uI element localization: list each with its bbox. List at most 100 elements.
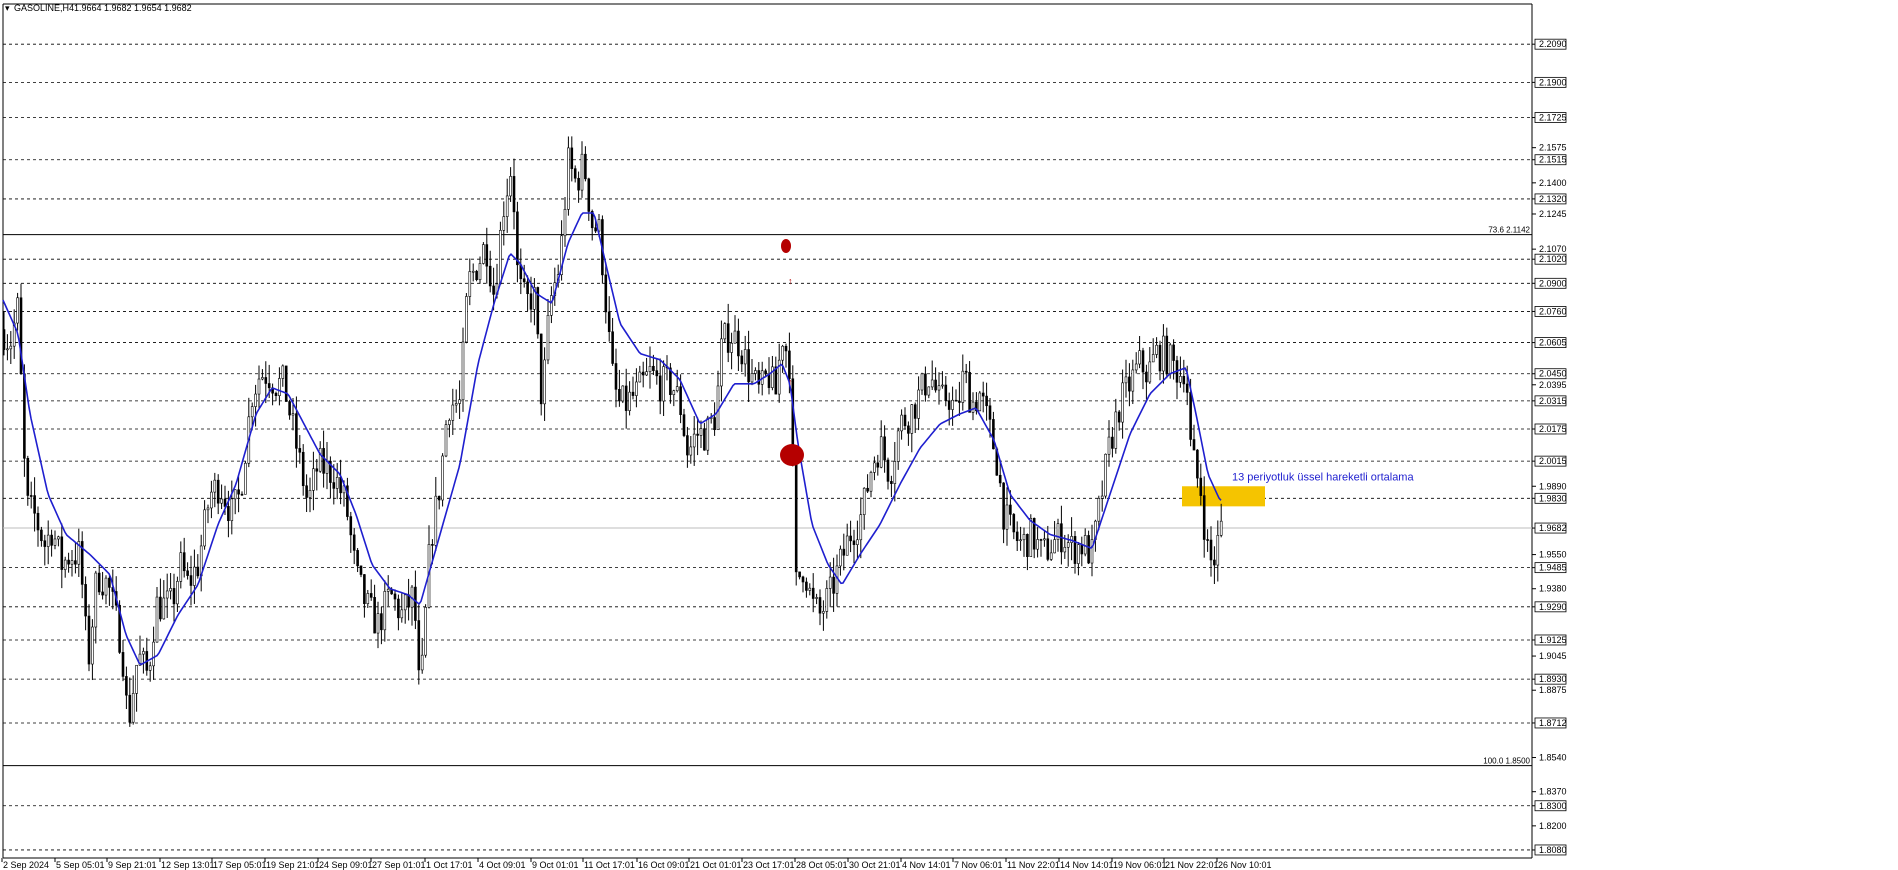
candle-body <box>206 507 210 511</box>
price-tick-label: 2.1070 <box>1539 244 1567 254</box>
candle-body <box>1114 411 1118 449</box>
candle-body <box>1134 363 1138 371</box>
candle-body <box>964 370 968 373</box>
candle-body <box>1155 344 1158 355</box>
candle-body <box>125 676 128 696</box>
candle-body <box>947 400 951 410</box>
candle-body <box>278 378 281 396</box>
time-tick-label: 9 Sep 21:01 <box>108 860 157 870</box>
price-tick-label: 1.9045 <box>1539 651 1567 661</box>
candle-body <box>720 338 723 387</box>
candle-body <box>754 370 757 374</box>
candle-body <box>135 664 138 694</box>
candle-body <box>1104 453 1107 497</box>
candle-body <box>366 593 370 605</box>
candle-body <box>1049 552 1053 560</box>
candle-body <box>563 208 567 237</box>
candle-body <box>618 389 621 402</box>
candle-body <box>250 406 254 418</box>
candle-body <box>176 581 179 605</box>
header-symbol: GASOLINE,H4 <box>14 3 74 13</box>
candle-body <box>550 295 553 316</box>
candle-body <box>417 620 421 671</box>
price-tick-label: 2.0015 <box>1539 456 1567 466</box>
candle-body <box>652 365 655 371</box>
red-marker-glyph-1: ↑ <box>788 276 793 286</box>
header-arrow: ▾ <box>5 3 10 13</box>
candle-body <box>46 534 50 547</box>
candle-body <box>74 560 77 565</box>
candle-body <box>332 482 336 489</box>
price-chart[interactable]: 73.6 2.1142 100.0 1.8500 ↑ ↑ 13 periyotlu… <box>0 0 1898 870</box>
candle-body <box>1015 531 1019 541</box>
candle-body <box>182 552 186 572</box>
candle-body <box>1202 495 1206 540</box>
price-tick-label: 2.0760 <box>1539 306 1567 316</box>
candle-body <box>879 436 883 468</box>
candle-body <box>325 460 329 474</box>
candle-body <box>805 581 808 591</box>
candle-body <box>1107 436 1111 455</box>
candle-body <box>985 395 988 407</box>
candle-body <box>1063 546 1067 553</box>
candle-body <box>699 428 703 436</box>
candle-body <box>16 297 19 324</box>
candle-body <box>295 413 298 449</box>
candle-body <box>794 452 798 573</box>
price-tick-label: 2.0315 <box>1539 396 1567 406</box>
candle-body <box>210 491 213 509</box>
time-tick-label: 19 Sep 21:01 <box>266 860 320 870</box>
candle-body <box>801 576 805 583</box>
candle-body <box>567 147 570 210</box>
time-tick-label: 14 Nov 14:01 <box>1060 860 1114 870</box>
candle-body <box>584 153 587 180</box>
candle-body <box>1005 504 1009 530</box>
candle-body <box>784 345 788 352</box>
candle-body <box>403 594 407 611</box>
candle-body <box>172 588 176 605</box>
candle-body <box>798 571 801 578</box>
candle-body <box>60 536 64 570</box>
time-tick-label: 2 Sep 2024 <box>3 860 49 870</box>
yellow-support-zone[interactable] <box>1182 486 1265 507</box>
candle-body <box>36 512 40 531</box>
time-tick-label: 30 Oct 21:01 <box>849 860 901 870</box>
candle-body <box>764 370 767 375</box>
candle-body <box>1066 542 1070 548</box>
candle-body <box>57 536 60 540</box>
time-tick-label: 4 Nov 14:01 <box>902 860 951 870</box>
candle-body <box>237 489 240 495</box>
price-tick-label: 2.1725 <box>1539 113 1567 123</box>
candle-body <box>604 274 608 313</box>
price-tick-label: 2.1900 <box>1539 77 1567 87</box>
candle-body <box>383 591 387 631</box>
candle-body <box>373 597 376 634</box>
candle-body <box>1029 518 1033 557</box>
candle-body <box>91 626 94 665</box>
candle-body <box>954 399 958 402</box>
candle-body <box>339 477 342 494</box>
candle-body <box>849 535 852 542</box>
candle-body <box>686 435 689 456</box>
candle-body <box>104 577 108 596</box>
candle-body <box>577 177 580 191</box>
candle-body <box>862 487 866 515</box>
candle-body <box>1172 344 1175 361</box>
candle-body <box>890 481 893 484</box>
candle-body <box>726 323 730 353</box>
candle-body <box>189 575 193 586</box>
candle-body <box>1196 449 1199 479</box>
candle-body <box>1077 544 1080 564</box>
candle-body <box>747 349 750 383</box>
candle-body <box>723 323 727 340</box>
candle-body <box>43 540 47 547</box>
candle-body <box>927 386 931 396</box>
price-tick-label: 1.9485 <box>1539 563 1567 573</box>
price-tick-label: 1.9380 <box>1539 584 1567 594</box>
candle-body <box>930 379 934 388</box>
candle-body <box>434 495 438 546</box>
candle-body <box>40 529 43 542</box>
candle-body <box>356 550 359 567</box>
candle-body <box>322 448 325 474</box>
candle-body <box>730 342 733 353</box>
